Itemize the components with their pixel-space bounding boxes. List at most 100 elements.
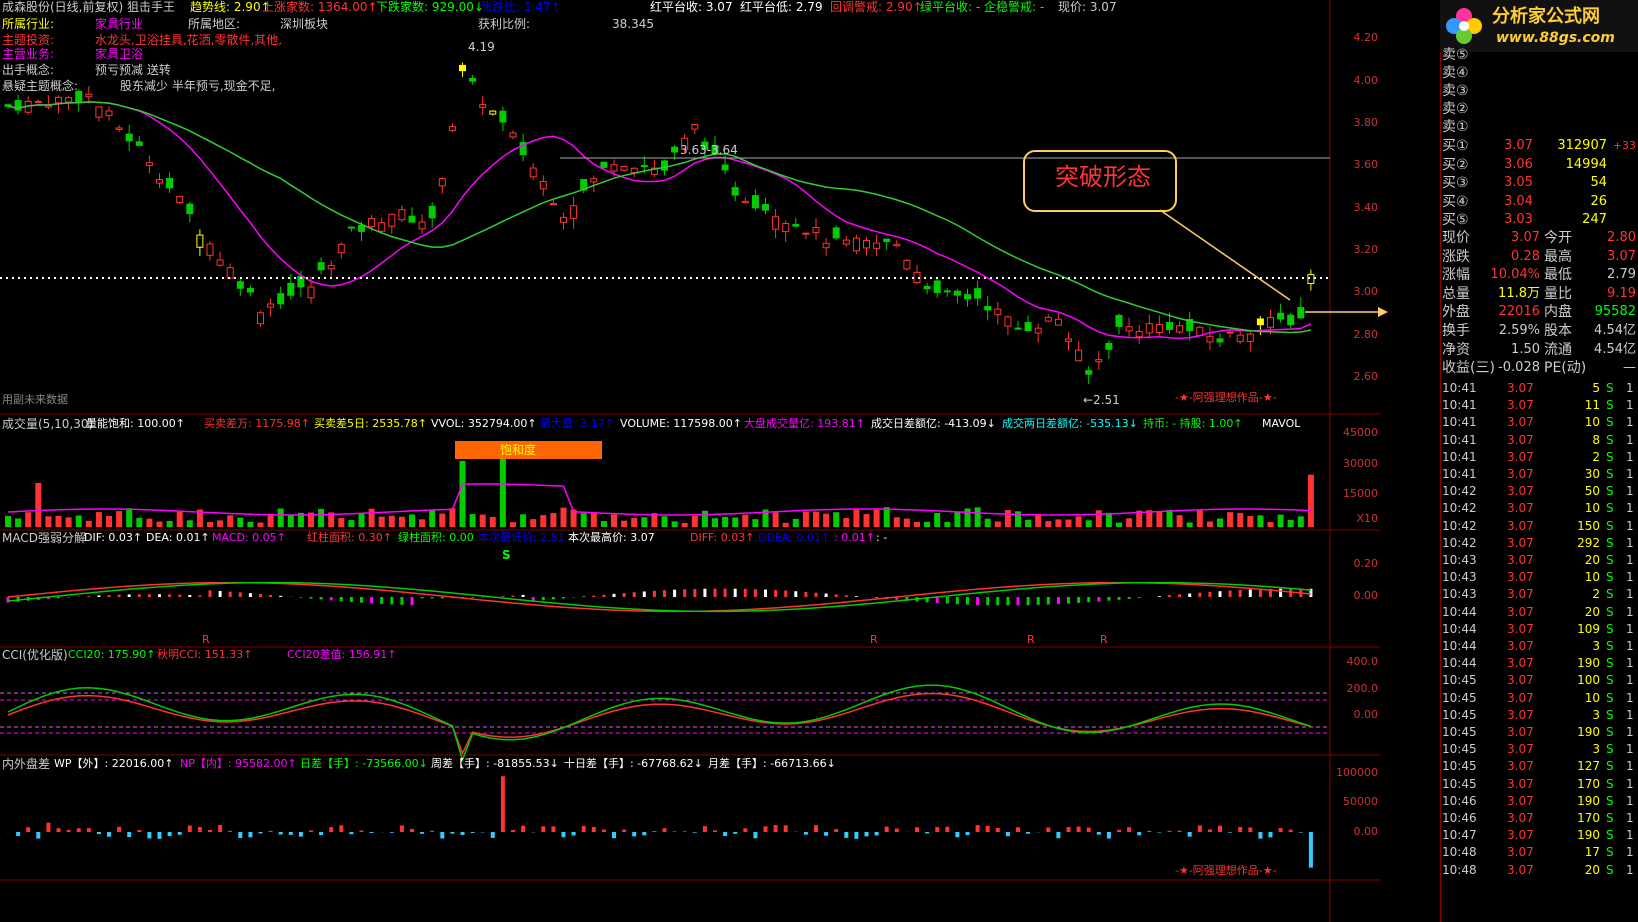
tick-volume: 190: [1577, 793, 1600, 808]
tick-time: 10:48: [1442, 862, 1477, 877]
tick-row[interactable]: 10:44 3.07 3 S 1: [1442, 638, 1638, 655]
tick-side: S: [1606, 725, 1614, 739]
tick-row[interactable]: 10:47 3.07 190 S 1: [1442, 827, 1638, 844]
volume-bar: [893, 517, 900, 527]
tick-row[interactable]: 10:44 3.07 190 S 1: [1442, 655, 1638, 672]
stat-value: 4.54亿: [1594, 341, 1636, 357]
volume-bar: [459, 460, 466, 527]
volume-bar: [530, 519, 537, 527]
tick-row[interactable]: 10:48 3.07 20 S 1: [1442, 862, 1638, 879]
buy-level-row[interactable]: 买④ 3.04 26: [1442, 193, 1638, 211]
tick-row[interactable]: 10:45 3.07 10 S 1: [1442, 690, 1638, 707]
macd-histogram-bar: [471, 597, 475, 598]
tick-count: 1: [1626, 484, 1634, 499]
flow-bar: [591, 827, 596, 832]
tick-row[interactable]: 10:42 3.07 150 S 1: [1442, 518, 1638, 535]
tick-count: 1: [1626, 776, 1634, 791]
buy-level-row[interactable]: 买⑤ 3.03 247: [1442, 211, 1638, 229]
tick-row[interactable]: 10:45 3.07 100 S 1: [1442, 672, 1638, 689]
kline-chart[interactable]: [0, 0, 1390, 922]
tick-row[interactable]: 10:44 3.07 20 S 1: [1442, 604, 1638, 621]
volume-indicator: VOLUME: 117598.00↑: [620, 417, 742, 430]
tick-row[interactable]: 10:41 3.07 11 S 1: [1442, 397, 1638, 414]
header-indicator: 现价: 3.07: [1058, 0, 1117, 14]
volume-bar: [974, 507, 981, 527]
tick-row[interactable]: 10:46 3.07 170 S 1: [1442, 810, 1638, 827]
tick-row[interactable]: 10:42 3.07 10 S 1: [1442, 500, 1638, 517]
price-candle: [691, 123, 699, 130]
tick-row[interactable]: 10:45 3.07 127 S 1: [1442, 758, 1638, 775]
tick-row[interactable]: 10:41 3.07 2 S 1: [1442, 449, 1638, 466]
buy-level-label: 买①: [1442, 138, 1469, 154]
price-candle: [1267, 317, 1274, 328]
tick-row[interactable]: 10:43 3.07 10 S 1: [1442, 569, 1638, 586]
tick-price: 3.07: [1507, 759, 1534, 774]
cci-panel-title: CCI(优化版): [2, 648, 68, 662]
volume-bar: [1237, 513, 1244, 527]
stat-key: 总量: [1442, 285, 1470, 302]
buy-level-row[interactable]: 买③ 3.05 54: [1442, 174, 1638, 192]
tick-row[interactable]: 10:44 3.07 109 S 1: [1442, 621, 1638, 638]
flow-bar: [682, 831, 687, 832]
flow-bar: [955, 832, 960, 838]
buy-level-volume: 312907: [1557, 138, 1607, 153]
region-value: 深圳板块: [280, 17, 329, 31]
tick-row[interactable]: 10:46 3.07 190 S 1: [1442, 793, 1638, 810]
flow-bar: [309, 830, 313, 832]
quote-stat-row: 总量 11.8万 量比 9.19: [1442, 285, 1638, 303]
volume-bar: [1166, 509, 1173, 527]
price-candle: [1206, 336, 1214, 343]
flow-bar: [1167, 830, 1172, 832]
tick-row[interactable]: 10:48 3.07 17 S 1: [1442, 844, 1638, 861]
macd-histogram-bar: [238, 592, 242, 597]
flow-bar: [36, 832, 41, 839]
tick-row[interactable]: 10:45 3.07 190 S 1: [1442, 724, 1638, 741]
tick-row[interactable]: 10:43 3.07 2 S 1: [1442, 586, 1638, 603]
price-candle: [903, 259, 911, 270]
price-candle: [368, 217, 376, 228]
tick-row[interactable]: 10:45 3.07 170 S 1: [1442, 776, 1638, 793]
tick-row[interactable]: 10:41 3.07 30 S 1: [1442, 466, 1638, 483]
flow-bar: [1258, 832, 1263, 839]
tick-row[interactable]: 10:45 3.07 3 S 1: [1442, 741, 1638, 758]
price-candle: [933, 280, 941, 294]
sell-level-row[interactable]: 卖③: [1442, 82, 1638, 100]
macd-indicator: DDEA: 0.01↑: [758, 531, 831, 544]
volume-bar: [378, 516, 385, 527]
buy-level-row[interactable]: 买② 3.06 14994: [1442, 156, 1638, 174]
sell-level-row[interactable]: 卖⑤: [1442, 46, 1638, 64]
volume-bar: [1247, 515, 1254, 527]
macd-histogram-bar: [218, 590, 222, 597]
tick-volume: 10: [1584, 570, 1600, 585]
axis-tick-label: 3.80: [1353, 116, 1379, 129]
volume-indicator: 最大量: 3.17↑: [540, 417, 614, 430]
volume-indicator: 成交日差额亿: -413.09↓: [871, 417, 996, 430]
tick-row[interactable]: 10:42 3.07 292 S 1: [1442, 535, 1638, 552]
price-candle: [176, 195, 184, 203]
quote-stat-row: 外盘 22016 内盘 95582: [1442, 303, 1638, 321]
flow-bar: [743, 828, 748, 832]
tick-row[interactable]: 10:41 3.07 5 S 1: [1442, 380, 1638, 397]
header-indicator: 趋势线: 2.90↑: [190, 0, 271, 14]
flow-bar: [702, 826, 707, 832]
sell-level-row[interactable]: 卖④: [1442, 64, 1638, 82]
axis-tick-label: 15000: [1343, 487, 1378, 500]
volume-bar: [75, 515, 82, 527]
sell-level-row[interactable]: 卖①: [1442, 118, 1638, 136]
volume-bar: [1126, 518, 1133, 527]
price-candle: [1125, 326, 1133, 332]
tick-row[interactable]: 10:41 3.07 8 S 1: [1442, 432, 1638, 449]
tick-row[interactable]: 10:41 3.07 10 S 1: [1442, 414, 1638, 431]
logo-url: www.88gs.com: [1496, 30, 1615, 46]
macd-histogram-bar: [966, 597, 969, 605]
axis-tick-label: 4.20: [1353, 31, 1379, 44]
cci-qiuming-line: [7, 692, 1312, 756]
tick-row[interactable]: 10:43 3.07 20 S 1: [1442, 552, 1638, 569]
buy-level-row[interactable]: 买① 3.07 312907 +33: [1442, 137, 1638, 155]
sell-level-row[interactable]: 卖②: [1442, 100, 1638, 118]
macd-histogram-bar: [329, 597, 333, 601]
tick-row[interactable]: 10:42 3.07 50 S 1: [1442, 483, 1638, 500]
volume-bar: [479, 514, 486, 527]
volume-bar: [722, 516, 729, 527]
tick-row[interactable]: 10:45 3.07 3 S 1: [1442, 707, 1638, 724]
